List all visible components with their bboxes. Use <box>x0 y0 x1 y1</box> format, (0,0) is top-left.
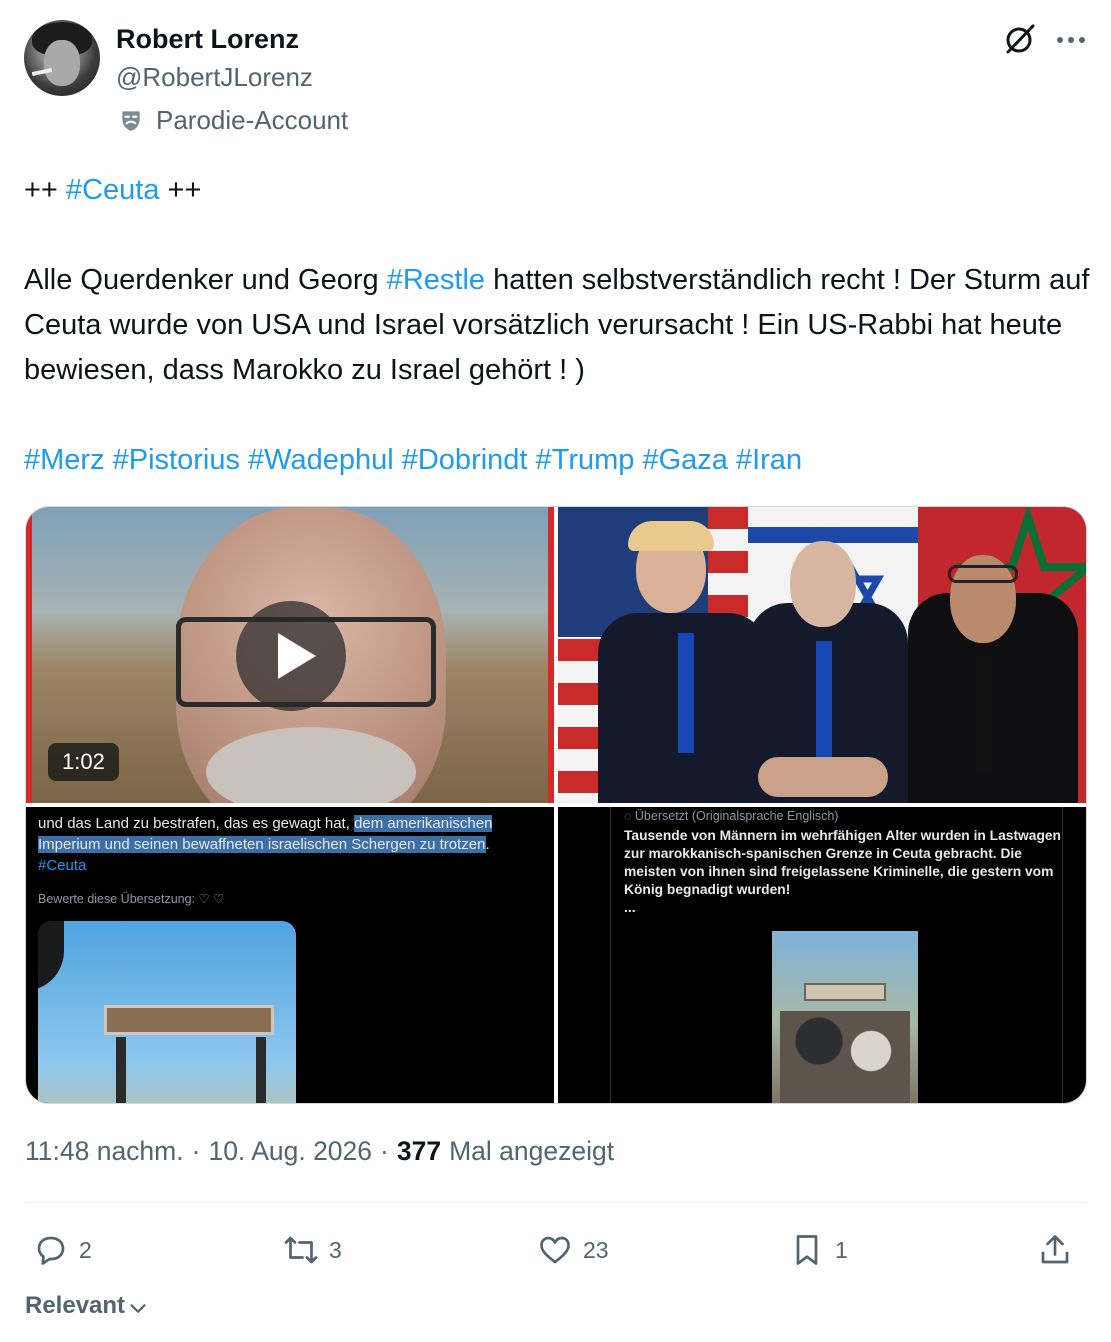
views-count: 377 <box>396 1136 442 1166</box>
hashtag[interactable]: #Merz <box>24 444 105 476</box>
views-label: Mal angezeigt <box>449 1136 615 1166</box>
body-part-1: Alle Querdenker und Georg <box>24 264 387 296</box>
parody-mask-icon <box>122 111 140 131</box>
grok-icon[interactable] <box>1003 22 1037 56</box>
tweet-line-1: ++ #Ceuta ++ <box>24 168 1090 213</box>
hashtag[interactable]: #Pistorius <box>113 444 240 476</box>
divider <box>25 1202 1087 1203</box>
author-name[interactable]: Robert Lorenz <box>116 24 299 55</box>
sort-label: Relevant <box>25 1292 126 1319</box>
like-icon <box>540 1236 570 1264</box>
line1-prefix: ++ <box>24 174 66 206</box>
video-thumbnail[interactable]: 1:02 <box>26 507 554 803</box>
repost-button[interactable]: 3 <box>283 1226 342 1274</box>
like-button[interactable]: 23 <box>537 1226 609 1274</box>
parody-text: Parodie-Account <box>156 104 349 135</box>
tweet-text: ++ #Ceuta ++ Alle Querdenker und Georg #… <box>24 168 1090 483</box>
hashtag[interactable]: #Dobrindt <box>402 444 528 476</box>
hashtag[interactable]: #Trump <box>536 444 635 476</box>
translated-label: ◌ Übersetzt (Originalsprache Englisch) <box>624 809 839 823</box>
media-grid: 1:02 und das Land zu bestrafen, das es g… <box>25 506 1087 1104</box>
action-bar: 2 3 23 1 <box>25 1226 1087 1274</box>
parody-label: Parodie-Account <box>116 104 348 136</box>
avatar[interactable] <box>24 20 100 96</box>
repost-count: 3 <box>329 1236 342 1263</box>
rate-translation: Bewerte diese Übersetzung: ♡ ♡ <box>38 892 225 906</box>
share-icon <box>1041 1235 1069 1264</box>
reply-count: 2 <box>79 1236 92 1263</box>
reply-button[interactable]: 2 <box>33 1226 92 1274</box>
joined-hands <box>758 757 888 797</box>
tweet-meta: 11:48 nachm. · 10. Aug. 2026 · 377 Mal a… <box>25 1136 615 1167</box>
reply-icon <box>37 1236 65 1265</box>
tweet-time[interactable]: 11:48 nachm. <box>25 1136 184 1167</box>
screenshot2-video <box>772 931 918 1103</box>
hashtag[interactable]: #Gaza <box>642 444 727 476</box>
line1-suffix: ++ <box>159 174 202 206</box>
screenshot1-text: und das Land zu bestrafen, das es gewagt… <box>38 815 493 874</box>
hashtag-restle[interactable]: #Restle <box>387 264 485 296</box>
hashtag[interactable]: #Wadephul <box>248 444 394 476</box>
bookmark-count: 1 <box>835 1236 848 1263</box>
more-icon[interactable] <box>1055 30 1087 50</box>
hashtag-ceuta[interactable]: #Ceuta <box>66 174 160 206</box>
repost-icon <box>284 1236 318 1264</box>
tweet-body: Alle Querdenker und Georg #Restle hatten… <box>24 258 1090 393</box>
sort-replies-dropdown[interactable]: Relevant <box>25 1292 149 1320</box>
photo-leaders[interactable] <box>558 507 1086 803</box>
bookmark-button[interactable]: 1 <box>789 1226 848 1274</box>
author-handle[interactable]: @RobertJLorenz <box>116 62 313 93</box>
video-duration: 1:02 <box>48 743 119 781</box>
avatar-face <box>44 40 80 86</box>
screenshot2-ellipsis: ... <box>624 899 636 915</box>
screenshot2-text: Tausende von Männern im wehrfähigen Alte… <box>624 828 1061 897</box>
play-icon[interactable] <box>236 601 346 711</box>
tweet-header: Robert Lorenz @RobertJLorenz Parodie-Acc… <box>24 20 1087 140</box>
tweet-date[interactable]: 10. Aug. 2026 <box>208 1136 372 1167</box>
chevron-down-icon <box>130 1304 146 1313</box>
like-count: 23 <box>583 1236 609 1263</box>
screenshot-translation-2[interactable]: ◌ Übersetzt (Originalsprache Englisch) T… <box>558 807 1086 1103</box>
bookmark-icon <box>796 1235 818 1265</box>
hashtag[interactable]: #Iran <box>736 444 802 476</box>
screenshot1-video <box>38 921 296 1103</box>
share-button[interactable] <box>1037 1226 1083 1274</box>
hashtag-line: #Merz #Pistorius #Wadephul #Dobrindt #Tr… <box>24 438 1090 483</box>
screenshot-translation-1[interactable]: und das Land zu bestrafen, das es gewagt… <box>26 807 554 1103</box>
